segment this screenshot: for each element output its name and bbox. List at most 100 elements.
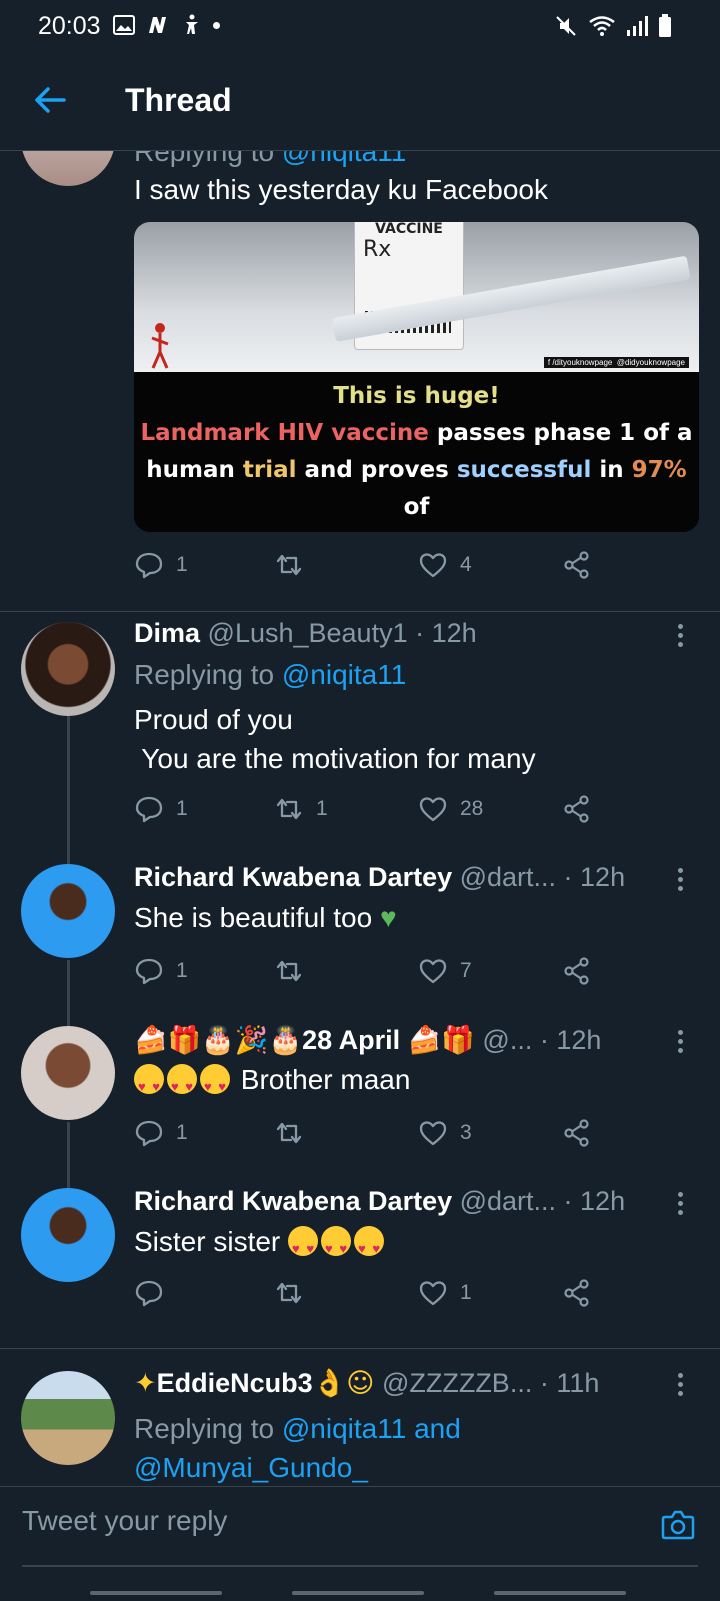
tweet-0[interactable]: Replying to @niqita11 I saw this yesterd… xyxy=(0,150,720,611)
emoji-group-icon: 🍰🎁 xyxy=(407,1025,475,1056)
heart-eyes-emoji-icon xyxy=(200,1064,230,1106)
camera-icon[interactable] xyxy=(660,1507,696,1543)
like-button[interactable]: 4 xyxy=(418,550,472,580)
reply-icon xyxy=(135,796,163,823)
handle-time: @ZZZZZB... · 11h xyxy=(374,1368,600,1398)
heart-icon xyxy=(419,553,447,578)
caption-line-2: Landmark HIV vaccine passes phase 1 of a xyxy=(140,420,693,446)
more-options-icon[interactable] xyxy=(678,1192,684,1219)
reply-button[interactable] xyxy=(134,1278,176,1308)
more-options-icon[interactable] xyxy=(678,1030,684,1057)
logo-figure xyxy=(148,322,172,370)
share-button[interactable] xyxy=(562,956,592,986)
display-name[interactable]: 🍰🎁🎂🎉🎂28 April 🍰🎁 xyxy=(134,1025,475,1056)
tweet-actions: 1 3 xyxy=(134,1118,614,1154)
mention-link[interactable]: @niqita11 xyxy=(282,150,406,167)
retweet-icon xyxy=(276,960,302,982)
reply-button[interactable]: 1 xyxy=(134,1118,188,1148)
heart-icon xyxy=(419,1281,447,1306)
thread-list[interactable]: Replying to @niqita11 I saw this yesterd… xyxy=(0,150,720,1486)
image-credits: f /dityouknowpage @didyouknowpage xyxy=(543,357,689,368)
tweet-header: Dima @Lush_Beauty1 · 12h xyxy=(134,618,477,649)
tweet-5[interactable]: ✦EddieNcub3👌☺ @ZZZZZB... · 11h Replying … xyxy=(0,1349,720,1486)
mention-link[interactable]: @niqita11 xyxy=(282,659,406,690)
retweet-icon xyxy=(276,1282,302,1304)
mention-link[interactable]: @niqita11 and xyxy=(282,1413,461,1444)
nav-recents-button[interactable] xyxy=(90,1591,222,1595)
reply-underline xyxy=(22,1565,698,1567)
reply-count: 1 xyxy=(176,1121,188,1144)
retweet-button[interactable] xyxy=(274,550,316,580)
display-name[interactable]: Richard Kwabena Dartey xyxy=(134,1186,452,1216)
tweet-1[interactable]: Dima @Lush_Beauty1 · 12h Replying to @ni… xyxy=(0,612,720,862)
wifi-icon xyxy=(589,16,615,36)
share-button[interactable] xyxy=(562,1118,592,1148)
avatar[interactable] xyxy=(21,622,115,716)
retweet-button[interactable]: 1 xyxy=(274,794,328,824)
more-options-icon[interactable] xyxy=(678,1373,684,1400)
heart-eyes-emoji-icon xyxy=(288,1226,319,1268)
heart-eyes-emoji-icon xyxy=(321,1226,352,1268)
rx-label: Rx xyxy=(363,237,392,262)
display-name[interactable]: Dima xyxy=(134,618,200,648)
heart-icon xyxy=(419,797,447,822)
reply-button[interactable]: 1 xyxy=(134,550,188,580)
avatar[interactable] xyxy=(21,1188,115,1282)
tweet-text: Brother maan xyxy=(134,1060,410,1106)
avatar[interactable] xyxy=(21,1026,115,1120)
heart-icon xyxy=(419,959,447,984)
mention-link[interactable]: @Munyai_Gundo_ xyxy=(134,1452,368,1483)
tweet-image[interactable]: VACCINE Rx f /dityouknowpage @didyouknow… xyxy=(134,222,699,532)
like-button[interactable]: 1 xyxy=(418,1278,472,1308)
tweet-2[interactable]: Richard Kwabena Dartey @dart... · 12h Sh… xyxy=(0,862,720,1024)
tweet-text: Sister sister xyxy=(134,1222,387,1268)
like-button[interactable]: 3 xyxy=(418,1118,472,1148)
tweet-actions: 1 4 xyxy=(134,550,614,586)
more-options-icon[interactable] xyxy=(678,868,684,895)
share-button[interactable] xyxy=(562,550,592,580)
display-name[interactable]: Richard Kwabena Dartey xyxy=(134,862,452,892)
share-button[interactable] xyxy=(562,794,592,824)
avatar[interactable] xyxy=(21,150,115,186)
back-arrow-icon[interactable] xyxy=(30,80,70,120)
handle-time: @Lush_Beauty1 · 12h xyxy=(200,618,477,648)
heart-eyes-emoji-icon xyxy=(354,1226,385,1268)
gallery-icon xyxy=(113,15,135,35)
more-options-icon[interactable] xyxy=(678,624,684,651)
reply-button[interactable]: 1 xyxy=(134,794,188,824)
reply-icon xyxy=(135,958,163,985)
reply-count: 1 xyxy=(176,797,188,820)
share-button[interactable] xyxy=(562,1278,592,1308)
retweet-button[interactable] xyxy=(274,1278,316,1308)
like-button[interactable]: 28 xyxy=(418,794,483,824)
retweet-icon xyxy=(276,1122,302,1144)
avatar[interactable] xyxy=(21,864,115,958)
handle-time: @dart... · 12h xyxy=(452,862,626,892)
green-heart-icon: ♥ xyxy=(379,902,397,933)
tweet-3[interactable]: 🍰🎁🎂🎉🎂28 April 🍰🎁 @... · 12h Brother maan… xyxy=(0,1024,720,1186)
accessibility-icon xyxy=(186,14,198,34)
reply-button[interactable]: 1 xyxy=(134,956,188,986)
like-button[interactable]: 7 xyxy=(418,956,472,986)
reply-input[interactable]: Tweet your reply xyxy=(22,1505,227,1537)
avatar[interactable] xyxy=(21,1371,115,1465)
nav-back-button[interactable] xyxy=(494,1591,626,1595)
status-time: 20:03 xyxy=(38,12,101,40)
page-title: Thread xyxy=(125,82,232,118)
tweet-4[interactable]: Richard Kwabena Dartey @dart... · 12h Si… xyxy=(0,1186,720,1348)
more-notifications-dot xyxy=(213,21,220,29)
image-caption: This is huge! Landmark HIV vaccine passe… xyxy=(134,372,699,532)
display-name[interactable]: ✦EddieNcub3👌☺ xyxy=(134,1368,374,1399)
tweet-header: Richard Kwabena Dartey @dart... · 12h xyxy=(134,1186,625,1217)
like-count: 28 xyxy=(460,797,484,820)
ok-hand-emoji-icon: 👌 xyxy=(312,1368,347,1399)
share-icon xyxy=(564,1279,589,1307)
tweet-actions: 1 xyxy=(134,1278,614,1314)
status-bar: 20:03 xyxy=(0,0,720,54)
nav-home-button[interactable] xyxy=(292,1591,424,1595)
like-count: 7 xyxy=(460,959,472,982)
retweet-button[interactable] xyxy=(274,1118,316,1148)
replying-to: Replying to @niqita11 xyxy=(134,659,407,690)
retweet-button[interactable] xyxy=(274,956,316,986)
notification-icons xyxy=(113,14,220,36)
